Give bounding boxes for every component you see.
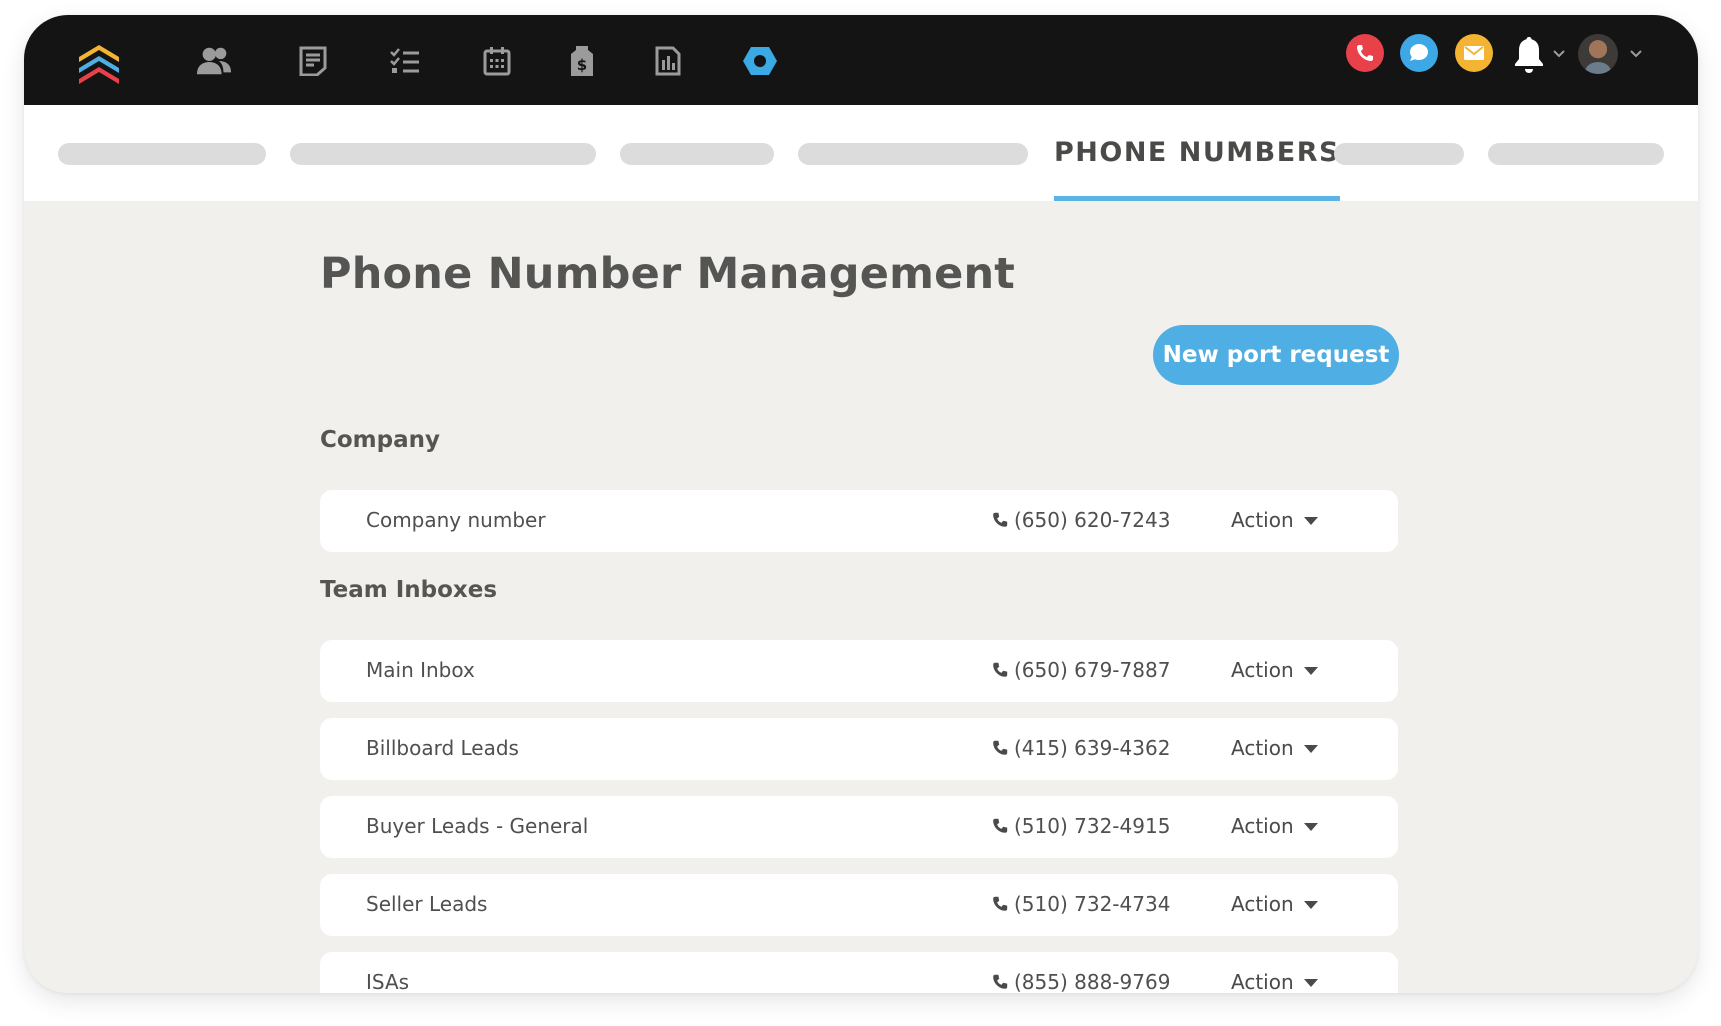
profile-chevron-down-icon[interactable] <box>1629 49 1643 59</box>
action-label: Action <box>1231 814 1294 838</box>
phone-icon <box>993 740 1008 755</box>
phone-number: (510) 732-4734 <box>1014 892 1171 916</box>
caret-down-icon <box>1303 517 1318 525</box>
settings-tab-bar: PHONE NUMBERS <box>24 105 1698 201</box>
action-dropdown[interactable]: Action <box>1231 968 1318 993</box>
tab-placeholder-2[interactable] <box>290 143 596 165</box>
row-name: Company number <box>366 508 546 532</box>
phone-number: (855) 888-9769 <box>1014 970 1171 993</box>
caret-down-icon <box>1303 823 1318 831</box>
action-dropdown[interactable]: Action <box>1231 890 1318 918</box>
tab-placeholder-4[interactable] <box>798 143 1028 165</box>
row-phone: (650) 620-7243 <box>992 508 1170 532</box>
row-phone: (510) 732-4734 <box>992 892 1170 916</box>
phone-row: Seller Leads (510) 732-4734 Action <box>320 874 1398 936</box>
section-title-team-inboxes: Team Inboxes <box>320 577 498 603</box>
phone-call-icon[interactable] <box>1346 34 1384 72</box>
phone-icon <box>993 512 1008 527</box>
row-name: Seller Leads <box>366 892 488 916</box>
action-label: Action <box>1231 658 1294 682</box>
main-content: Phone Number Management New port request… <box>24 201 1698 993</box>
action-label: Action <box>1231 508 1294 532</box>
action-label: Action <box>1231 892 1294 916</box>
phone-number: (510) 732-4915 <box>1014 814 1171 838</box>
tab-placeholder-6[interactable] <box>1488 143 1664 165</box>
reports-icon[interactable] <box>650 43 686 79</box>
caret-down-icon <box>1303 901 1318 909</box>
caret-down-icon <box>1303 979 1318 987</box>
people-icon[interactable] <box>196 43 232 79</box>
bell-icon[interactable] <box>1512 35 1546 75</box>
action-dropdown[interactable]: Action <box>1231 506 1318 534</box>
admin-hexagon-icon[interactable] <box>742 43 778 79</box>
phone-row: Billboard Leads (415) 639-4362 Action <box>320 718 1398 780</box>
notes-icon[interactable] <box>295 43 331 79</box>
action-dropdown[interactable]: Action <box>1231 734 1318 762</box>
phone-number: (650) 679-7887 <box>1014 658 1171 682</box>
user-avatar[interactable] <box>1578 34 1618 74</box>
action-dropdown[interactable]: Action <box>1231 812 1318 840</box>
phone-number: (415) 639-4362 <box>1014 736 1171 760</box>
action-label: Action <box>1231 736 1294 760</box>
row-phone: (855) 888-9769 <box>992 970 1170 993</box>
calendar-icon[interactable] <box>479 43 515 79</box>
section-title-company: Company <box>320 427 440 453</box>
mail-icon[interactable] <box>1455 34 1493 72</box>
chat-bubble-icon[interactable] <box>1400 34 1438 72</box>
row-name: Main Inbox <box>366 658 475 682</box>
new-port-request-button[interactable]: New port request <box>1153 325 1399 385</box>
tab-placeholder-1[interactable] <box>58 143 266 165</box>
svg-text:$: $ <box>577 56 587 74</box>
phone-icon <box>993 662 1008 677</box>
row-name: ISAs <box>366 970 410 993</box>
phone-icon <box>993 818 1008 833</box>
tab-phone-numbers-label: PHONE NUMBERS <box>1054 137 1340 168</box>
deals-icon[interactable]: $ <box>564 43 600 79</box>
tab-phone-numbers[interactable]: PHONE NUMBERS <box>1054 135 1340 201</box>
phone-row: Company number (650) 620-7243 Action <box>320 490 1398 552</box>
row-phone: (415) 639-4362 <box>992 736 1170 760</box>
row-name: Billboard Leads <box>366 736 519 760</box>
action-dropdown[interactable]: Action <box>1231 656 1318 684</box>
page-title: Phone Number Management <box>320 249 1016 299</box>
phone-row: Buyer Leads - General (510) 732-4915 Act… <box>320 796 1398 858</box>
phone-row: Main Inbox (650) 679-7887 Action <box>320 640 1398 702</box>
caret-down-icon <box>1303 745 1318 753</box>
tab-placeholder-5[interactable] <box>1334 143 1464 165</box>
app-logo[interactable] <box>75 39 123 85</box>
phone-row: ISAs (855) 888-9769 Action <box>320 952 1398 993</box>
action-label: Action <box>1231 970 1294 993</box>
tasks-icon[interactable] <box>387 43 423 79</box>
caret-down-icon <box>1303 667 1318 675</box>
phone-icon <box>993 896 1008 911</box>
row-phone: (510) 732-4915 <box>992 814 1170 838</box>
tab-placeholder-3[interactable] <box>620 143 774 165</box>
phone-icon <box>993 974 1008 989</box>
top-nav-bar: $ <box>24 15 1698 105</box>
app-window: $ PHONE NUMBERS Phone Number Management … <box>24 15 1698 993</box>
phone-number: (650) 620-7243 <box>1014 508 1171 532</box>
notifications-chevron-down-icon[interactable] <box>1552 49 1566 59</box>
row-phone: (650) 679-7887 <box>992 658 1170 682</box>
row-name: Buyer Leads - General <box>366 814 589 838</box>
